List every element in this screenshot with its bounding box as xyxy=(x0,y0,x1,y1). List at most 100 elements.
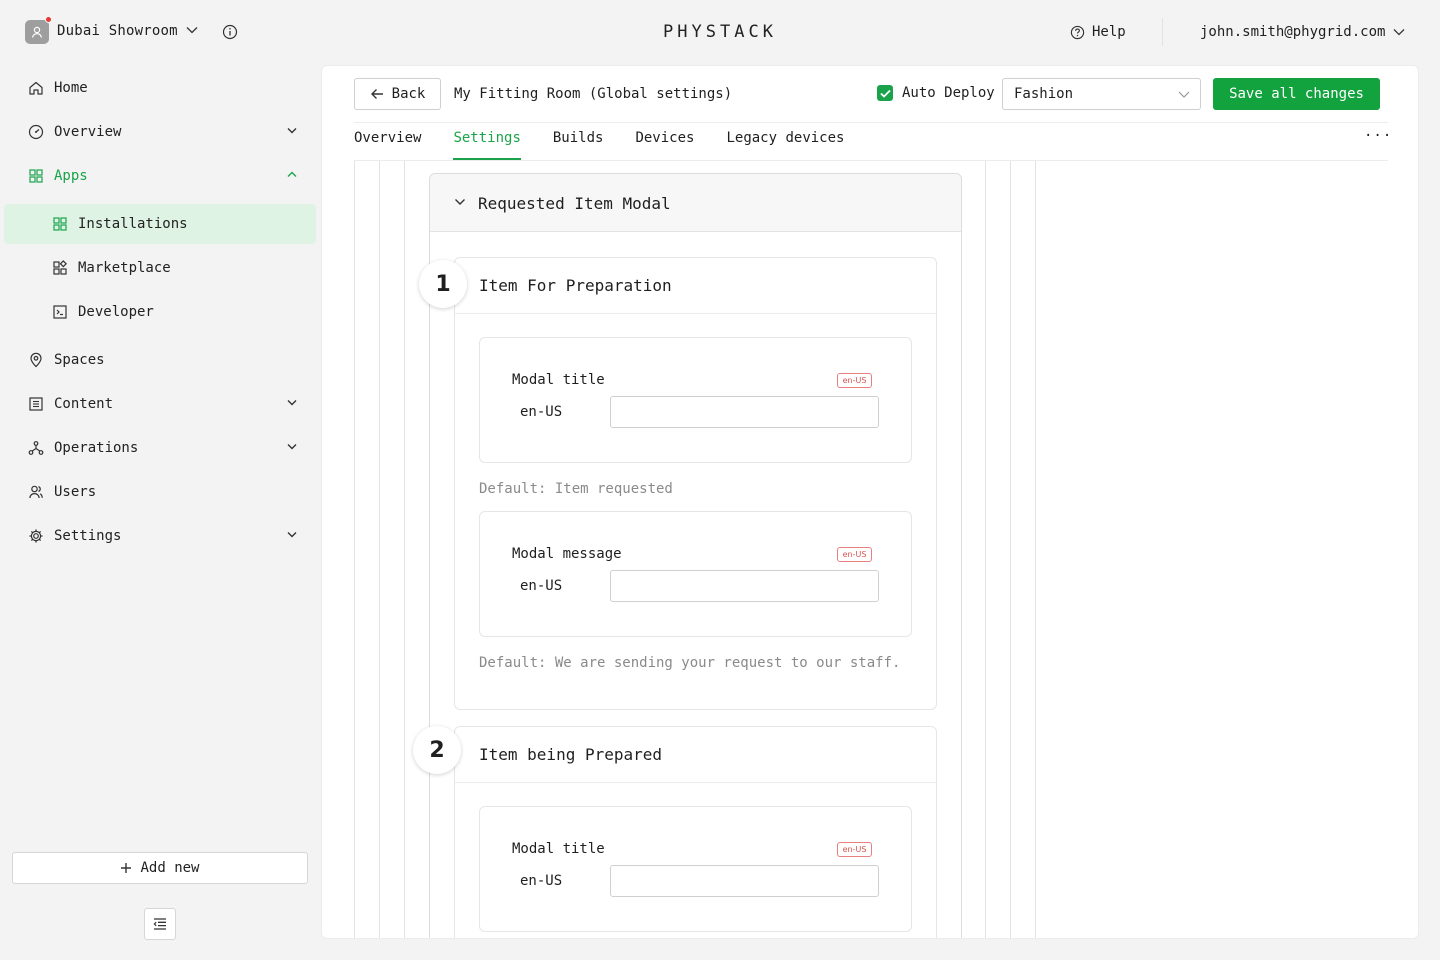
step-card: Item For Preparation Modal title en-US e… xyxy=(454,257,937,710)
back-label: Back xyxy=(391,86,426,102)
arrow-left-icon xyxy=(370,89,383,99)
sidebar-item-installations[interactable]: Installations xyxy=(52,213,188,235)
gauge-icon xyxy=(28,124,44,140)
help-link[interactable]: Help xyxy=(1070,24,1126,40)
step-header: Item For Preparation xyxy=(455,258,936,314)
field-card-modal-title: Modal title en-US en-US xyxy=(479,337,912,463)
auto-deploy-toggle[interactable]: Auto Deploy xyxy=(877,85,995,101)
default-hint: Default: Item requested xyxy=(479,481,673,497)
chevron-down-icon xyxy=(287,444,297,450)
sidebar-item-label: Spaces xyxy=(54,352,105,368)
requested-item-modal-section: Requested Item Modal Item For Preparatio… xyxy=(413,173,962,938)
nesting-line xyxy=(1010,161,1011,938)
top-bar: Dubai Showroom PHYSTACK Help john.smith@… xyxy=(0,0,1440,64)
section-header[interactable]: Requested Item Modal xyxy=(430,174,961,232)
back-button[interactable]: Back xyxy=(354,78,441,110)
content-icon xyxy=(29,397,43,411)
locale-label: en-US xyxy=(520,578,563,594)
sidebar-item-label: Users xyxy=(54,484,97,500)
nesting-line xyxy=(985,161,986,938)
sidebar-item-marketplace[interactable]: Marketplace xyxy=(52,257,171,279)
main-panel: Back My Fitting Room (Global settings) A… xyxy=(321,65,1419,939)
nesting-line xyxy=(354,161,355,938)
tab-devices[interactable]: Devices xyxy=(635,130,694,160)
tab-legacy-devices[interactable]: Legacy devices xyxy=(726,130,844,160)
chevron-down-icon xyxy=(1393,29,1405,36)
gear-icon xyxy=(29,529,43,543)
tab-builds[interactable]: Builds xyxy=(553,130,604,160)
network-icon xyxy=(28,441,44,455)
sidebar-item-settings[interactable]: Settings xyxy=(28,525,297,547)
add-new-label: Add new xyxy=(140,860,200,876)
terminal-icon xyxy=(53,305,67,319)
tab-overview[interactable]: Overview xyxy=(354,130,421,160)
sidebar-item-content[interactable]: Content xyxy=(28,393,297,415)
auto-deploy-checkbox[interactable] xyxy=(877,85,893,101)
step-title: Item being Prepared xyxy=(479,745,663,764)
field-label: Modal message xyxy=(512,546,622,562)
user-email: john.smith@phygrid.com xyxy=(1200,24,1386,40)
field-label: Modal title xyxy=(512,841,605,857)
sidebar-item-label: Settings xyxy=(54,528,122,544)
marketplace-icon xyxy=(53,260,67,275)
chevron-down-icon xyxy=(287,532,297,538)
step-title: Item For Preparation xyxy=(479,276,672,295)
locale-label: en-US xyxy=(520,404,563,420)
user-menu[interactable]: john.smith@phygrid.com xyxy=(1200,24,1405,40)
field-label: Modal title xyxy=(512,372,605,388)
sidebar-item-home[interactable]: Home xyxy=(28,77,88,99)
modal-title-input[interactable] xyxy=(610,865,879,897)
add-new-button[interactable]: Add new xyxy=(12,852,308,884)
field-card-modal-message: Modal message en-US en-US xyxy=(479,511,912,637)
sidebar-item-label: Operations xyxy=(54,440,139,456)
chevron-down-icon[interactable] xyxy=(454,198,466,206)
nesting-line xyxy=(379,161,380,938)
checkmark-icon xyxy=(879,89,891,98)
collapse-sidebar-button[interactable] xyxy=(144,908,176,940)
sidebar-item-label: Apps xyxy=(54,168,88,184)
sidebar-item-label: Home xyxy=(54,80,88,96)
save-all-changes-button[interactable]: Save all changes xyxy=(1213,78,1380,110)
home-icon xyxy=(29,81,43,95)
page-title: My Fitting Room (Global settings) xyxy=(454,86,733,102)
sidebar-item-overview[interactable]: Overview xyxy=(28,121,297,143)
sidebar-item-label: Overview xyxy=(54,124,122,140)
plus-icon xyxy=(121,863,132,873)
sidebar-item-label: Content xyxy=(54,396,114,412)
select-value: Fashion xyxy=(1014,86,1074,102)
tab-bar: Overview Settings Builds Devices Legacy … xyxy=(354,130,844,160)
sidebar-item-label: Installations xyxy=(78,216,188,232)
locale-badge: en-US xyxy=(837,373,872,388)
sidebar-item-label: Developer xyxy=(78,304,154,320)
profile-select[interactable]: Fashion xyxy=(1002,78,1201,110)
help-label: Help xyxy=(1092,24,1126,40)
grid-icon xyxy=(53,217,67,231)
chevron-down-icon xyxy=(287,128,297,134)
locale-badge: en-US xyxy=(837,842,872,857)
sidebar-item-developer[interactable]: Developer xyxy=(52,301,154,323)
help-icon xyxy=(1070,25,1085,39)
more-options-icon[interactable]: ··· xyxy=(1364,128,1392,144)
sidebar-item-users[interactable]: Users xyxy=(28,481,96,503)
chevron-up-icon xyxy=(287,171,297,177)
locale-label: en-US xyxy=(520,873,563,889)
users-icon xyxy=(29,485,43,499)
tab-settings[interactable]: Settings xyxy=(453,130,522,160)
modal-title-input[interactable] xyxy=(610,396,879,428)
location-pin-icon xyxy=(30,352,42,368)
nesting-line xyxy=(1035,161,1036,938)
sidebar-item-apps[interactable]: Apps xyxy=(28,165,297,187)
step-card: Item being Prepared Modal title en-US en… xyxy=(454,726,937,938)
grid-icon xyxy=(29,169,43,183)
header-divider xyxy=(354,122,1388,123)
modal-message-input[interactable] xyxy=(610,570,879,602)
sidebar-item-spaces[interactable]: Spaces xyxy=(28,349,105,371)
nesting-line xyxy=(404,161,405,938)
sidebar-item-operations[interactable]: Operations xyxy=(28,437,297,459)
chevron-down-icon xyxy=(287,400,297,406)
field-card-modal-title: Modal title en-US en-US xyxy=(479,806,912,932)
step-number-badge: 2 xyxy=(413,726,461,774)
default-hint: Default: We are sending your request to … xyxy=(479,655,901,671)
step-header: Item being Prepared xyxy=(455,727,936,783)
collapse-menu-icon xyxy=(153,918,166,930)
